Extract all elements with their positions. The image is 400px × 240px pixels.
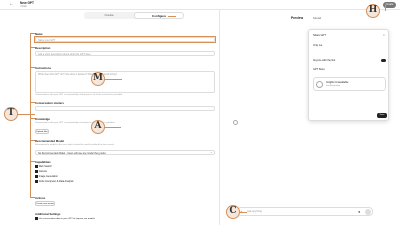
- top-bar: ← New GPT • Draft Create: [0, 0, 400, 10]
- model-select[interactable]: No Recommended Model - Users will use an…: [35, 150, 215, 155]
- share-option-only-me[interactable]: Only me: [313, 44, 322, 47]
- panel-divider: [219, 10, 220, 225]
- message-bar[interactable]: + Ask anything ●: [237, 207, 373, 216]
- annotation-line: [30, 197, 35, 198]
- annotation-line: [30, 33, 35, 34]
- checkbox-icon: [35, 170, 38, 173]
- preview-title: Preview: [291, 16, 304, 20]
- additional-setting-item[interactable]: Use conversation data in your GPT to imp…: [35, 217, 95, 221]
- annotation-line: [30, 118, 35, 119]
- share-option-store[interactable]: GPT Store: [313, 68, 325, 71]
- callout-c: C: [226, 205, 240, 219]
- instructions-label: Instructions: [35, 66, 52, 70]
- arrow-left-icon[interactable]: ←: [9, 2, 14, 7]
- link-toggle[interactable]: [381, 59, 386, 62]
- annotation-highlight: [34, 36, 216, 43]
- callout-t: T: [4, 107, 18, 121]
- capability-label: Code Interpreter & Data Analysis: [38, 180, 74, 183]
- checkbox-icon: [35, 175, 38, 178]
- gpt-status: • Draft: [20, 5, 27, 8]
- model-label: Recommended Model: [35, 139, 64, 143]
- insights-title: Insights Unavailable: [326, 81, 349, 84]
- close-icon[interactable]: ×: [383, 34, 385, 37]
- share-title: Share GPT: [313, 34, 326, 37]
- additional-settings-label: Additional Settings: [35, 212, 61, 216]
- save-button[interactable]: Save: [377, 113, 387, 118]
- callout-h: H: [366, 4, 380, 18]
- annotation-line: [30, 140, 35, 141]
- annotation-line: [30, 67, 35, 68]
- chevron-down-icon: ⌄: [210, 150, 213, 154]
- checkbox-icon: [35, 165, 38, 168]
- model-hint: Recommend a model to the user, which sho…: [35, 144, 115, 146]
- description-label: Description: [35, 46, 51, 50]
- callout-m: M: [91, 72, 105, 86]
- additional-setting-label: Use conversation data in your GPT to imp…: [38, 217, 95, 220]
- gpt-avatar: [233, 120, 238, 125]
- knowledge-label: Knowledge: [35, 117, 50, 121]
- create-action-button[interactable]: Create new action: [35, 201, 55, 206]
- starters-label: Conversation starters: [35, 101, 64, 105]
- capability-web-search[interactable]: Web Search: [35, 165, 52, 168]
- capability-code-interpreter[interactable]: Code Interpreter & Data Analysis: [35, 180, 74, 183]
- insights-icon: [316, 81, 323, 88]
- annotation-line: [240, 212, 247, 213]
- tab-create[interactable]: Create: [84, 12, 134, 19]
- checkbox-icon: [35, 180, 38, 183]
- annotation-line: [30, 47, 35, 48]
- message-input[interactable]: Ask anything: [247, 210, 262, 214]
- tab-configure[interactable]: Configure: [134, 12, 184, 19]
- capabilities-label: Capabilities: [35, 160, 51, 164]
- annotation-line: [30, 102, 35, 103]
- capability-label: Web Search: [38, 165, 52, 168]
- actions-label: Actions: [35, 196, 46, 200]
- starter-input[interactable]: [35, 106, 215, 111]
- annotation-line: [30, 161, 35, 162]
- description-input[interactable]: Add a short description about what this …: [35, 51, 215, 56]
- upload-files-button[interactable]: Upload files: [35, 129, 49, 134]
- model-selector[interactable]: Model: [313, 16, 321, 20]
- send-button[interactable]: [365, 209, 371, 215]
- annotation-line: [168, 16, 176, 17]
- callout-a: A: [91, 120, 105, 134]
- share-option-link[interactable]: Anyone with the link: [313, 59, 335, 62]
- capability-label: Image Generation: [38, 175, 58, 178]
- insights-subtitle: Insufficient data: [326, 85, 340, 87]
- instructions-hint: Conversations with your GPT can potentia…: [35, 94, 123, 96]
- capability-label: Canvas: [38, 170, 47, 173]
- insights-card: Insights Unavailable Insufficient data: [313, 77, 386, 91]
- checkbox-icon: [35, 217, 38, 220]
- capability-image-generation[interactable]: Image Generation: [35, 175, 58, 178]
- share-popup: Share GPT × Only me Anyone with the link…: [308, 29, 389, 121]
- annotation-line: [30, 33, 31, 198]
- mic-icon[interactable]: ●: [358, 209, 360, 215]
- annotation-line: [385, 5, 386, 11]
- instructions-textarea[interactable]: What does this GPT do? How does it behav…: [35, 71, 215, 93]
- capability-canvas[interactable]: Canvas: [35, 170, 47, 173]
